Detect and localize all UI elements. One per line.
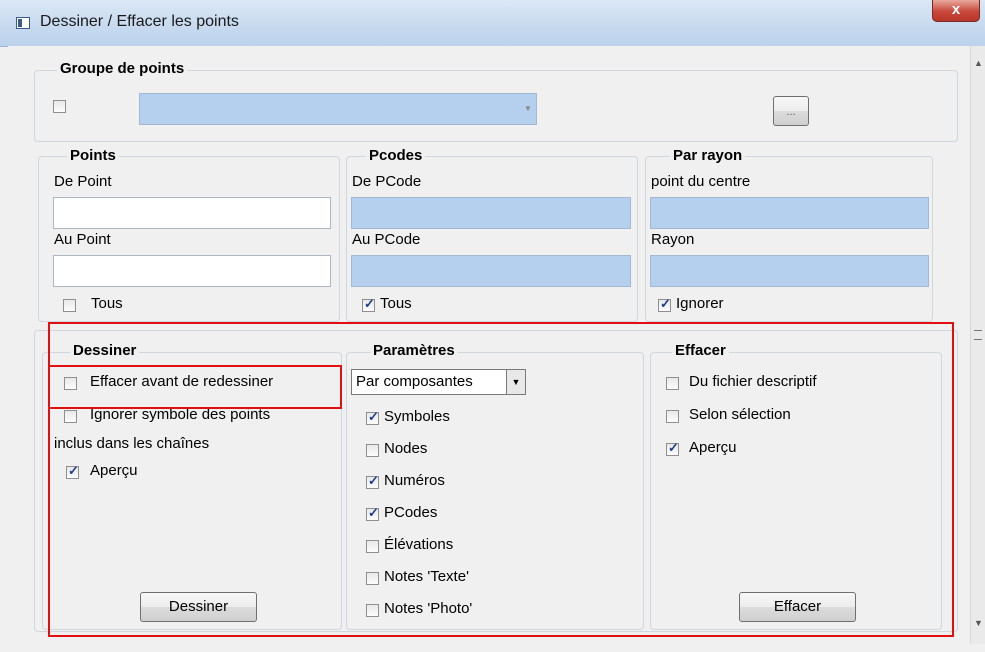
vertical-scrollbar[interactable]: ▲ ▼ [970, 46, 985, 644]
browse-button[interactable]: ... [773, 96, 809, 126]
groupe-checkbox[interactable] [53, 100, 66, 113]
au-pcode-input[interactable] [351, 255, 631, 287]
window-title: Dessiner / Effacer les points [40, 13, 239, 30]
scroll-grip-icon[interactable] [974, 330, 982, 340]
close-icon: x [951, 1, 961, 18]
point-centre-label: point du centre [651, 173, 751, 190]
dialog-window: Dessiner / Effacer les points x Groupe d… [0, 0, 985, 652]
points-tous-label: Tous [91, 295, 123, 312]
chevron-down-icon: ▼ [524, 104, 532, 113]
points-legend: Points [67, 147, 119, 164]
groupe-legend: Groupe de points [57, 60, 188, 77]
points-tous-checkbox[interactable] [63, 299, 76, 312]
highlight-box-effacer-avant [48, 365, 342, 409]
groupe-combobox[interactable]: ▼ [139, 93, 537, 125]
de-pcode-input[interactable] [351, 197, 631, 229]
scroll-up-icon[interactable]: ▲ [974, 58, 983, 68]
pcodes-legend: Pcodes [366, 147, 426, 164]
ignorer-checkbox[interactable] [658, 296, 671, 312]
scroll-down-icon[interactable]: ▼ [974, 618, 983, 628]
de-point-input[interactable] [53, 197, 331, 229]
au-pcode-label: Au PCode [352, 231, 421, 248]
point-centre-input[interactable] [650, 197, 929, 229]
app-icon [16, 17, 30, 29]
rayon-label: Rayon [651, 231, 695, 248]
au-point-label: Au Point [54, 231, 111, 248]
pcodes-tous-checkbox[interactable] [362, 296, 375, 312]
pcodes-tous-label: Tous [380, 295, 412, 312]
au-point-input[interactable] [53, 255, 331, 287]
rayon-input[interactable] [650, 255, 929, 287]
close-button[interactable]: x [932, 0, 980, 22]
de-point-label: De Point [54, 173, 112, 190]
ignorer-label: Ignorer [676, 295, 724, 312]
rayon-legend: Par rayon [670, 147, 746, 164]
de-pcode-label: De PCode [352, 173, 422, 190]
title-bar[interactable]: Dessiner / Effacer les points x [0, 0, 985, 47]
